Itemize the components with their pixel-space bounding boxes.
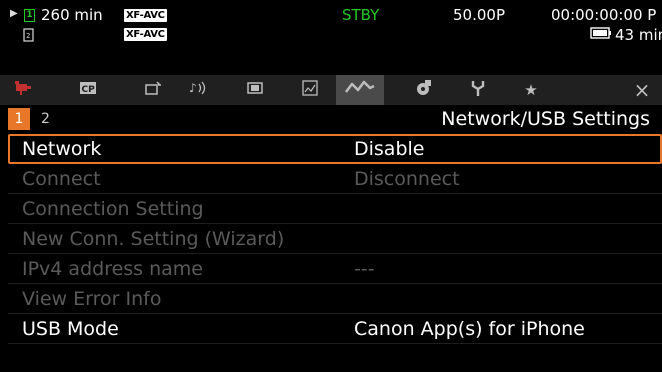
- menu-item-usb-mode[interactable]: USB Mode Canon App(s) for iPhone: [8, 314, 662, 344]
- menu-item-value: Canon App(s) for iPhone: [354, 318, 585, 340]
- menu-item-label: New Conn. Setting (Wizard): [22, 228, 285, 250]
- network-icon: [344, 80, 376, 100]
- battery-icon: [590, 26, 612, 44]
- menu-item-label: Network: [22, 138, 102, 160]
- tab-custom-picture[interactable]: CP: [68, 75, 108, 105]
- menu-item-label: Connection Setting: [22, 198, 204, 220]
- tab-audio[interactable]: ♪: [179, 75, 219, 105]
- display-icon: [245, 80, 265, 100]
- standby-status: STBY: [342, 6, 380, 24]
- page-header: 1 2 Network/USB Settings: [8, 106, 662, 132]
- svg-text:2: 2: [26, 32, 30, 40]
- assist-icon: [300, 79, 320, 101]
- menu-item-new-conn-setting[interactable]: New Conn. Setting (Wizard): [8, 224, 662, 254]
- menu-tab-bar: CP ♪ ★ ×: [0, 75, 662, 105]
- tab-my-menu[interactable]: ★: [511, 75, 551, 105]
- menu-item-value: Disconnect: [354, 168, 460, 190]
- battery-time: 43 min: [615, 26, 662, 44]
- codec-badge: XF-AVC: [124, 9, 167, 22]
- menu-item-label: IPv4 address name: [22, 258, 204, 280]
- close-icon: ×: [633, 78, 651, 102]
- menu-item-value: ---: [354, 258, 375, 280]
- page-title: Network/USB Settings: [441, 108, 650, 130]
- tab-assist[interactable]: [290, 75, 330, 105]
- play-marker-icon: ▶: [10, 8, 18, 19]
- secondary-slot-icon: 2: [22, 28, 36, 45]
- frame-rate: 50.00P: [453, 6, 505, 24]
- menu-item-value: Disable: [354, 138, 425, 160]
- tab-camera-setup[interactable]: [133, 75, 173, 105]
- tab-system[interactable]: [458, 75, 498, 105]
- recording-media-icon: [414, 79, 434, 101]
- custom-picture-icon: CP: [78, 80, 98, 100]
- close-button[interactable]: ×: [622, 75, 662, 105]
- timecode: 00:00:00:00 P: [551, 6, 657, 24]
- my-menu-icon: ★: [524, 81, 538, 99]
- page-1-indicator[interactable]: 1: [8, 108, 30, 130]
- menu-item-connect[interactable]: Connect Disconnect: [8, 164, 662, 194]
- svg-text:CP: CP: [82, 85, 96, 95]
- record-time: 260 min: [41, 6, 103, 24]
- menu-item-label: Connect: [22, 168, 101, 190]
- audio-icon: ♪: [188, 80, 210, 100]
- menu-item-label: View Error Info: [22, 288, 162, 310]
- card-slot-icon: 1: [24, 9, 35, 22]
- system-icon: [469, 79, 487, 101]
- camera-setup-icon: [143, 80, 163, 100]
- tab-network[interactable]: [336, 75, 384, 105]
- menu-item-ipv4-address-name[interactable]: IPv4 address name ---: [8, 254, 662, 284]
- status-bar: ▶ 1 260 min XF-AVC 2 XF-AVC STBY 50.00P …: [0, 0, 662, 70]
- tab-display[interactable]: [235, 75, 275, 105]
- page-2-indicator[interactable]: 2: [41, 108, 50, 130]
- tab-camera[interactable]: [4, 75, 44, 105]
- camera-icon: [14, 80, 34, 100]
- menu-item-connection-setting[interactable]: Connection Setting: [8, 194, 662, 224]
- svg-text:♪: ♪: [189, 81, 197, 95]
- codec-badge-secondary: XF-AVC: [124, 28, 167, 41]
- tab-recording-media[interactable]: [404, 75, 444, 105]
- menu-item-label: USB Mode: [22, 318, 119, 340]
- menu-item-view-error-info[interactable]: View Error Info: [8, 284, 662, 314]
- menu-item-network[interactable]: Network Disable: [8, 134, 662, 164]
